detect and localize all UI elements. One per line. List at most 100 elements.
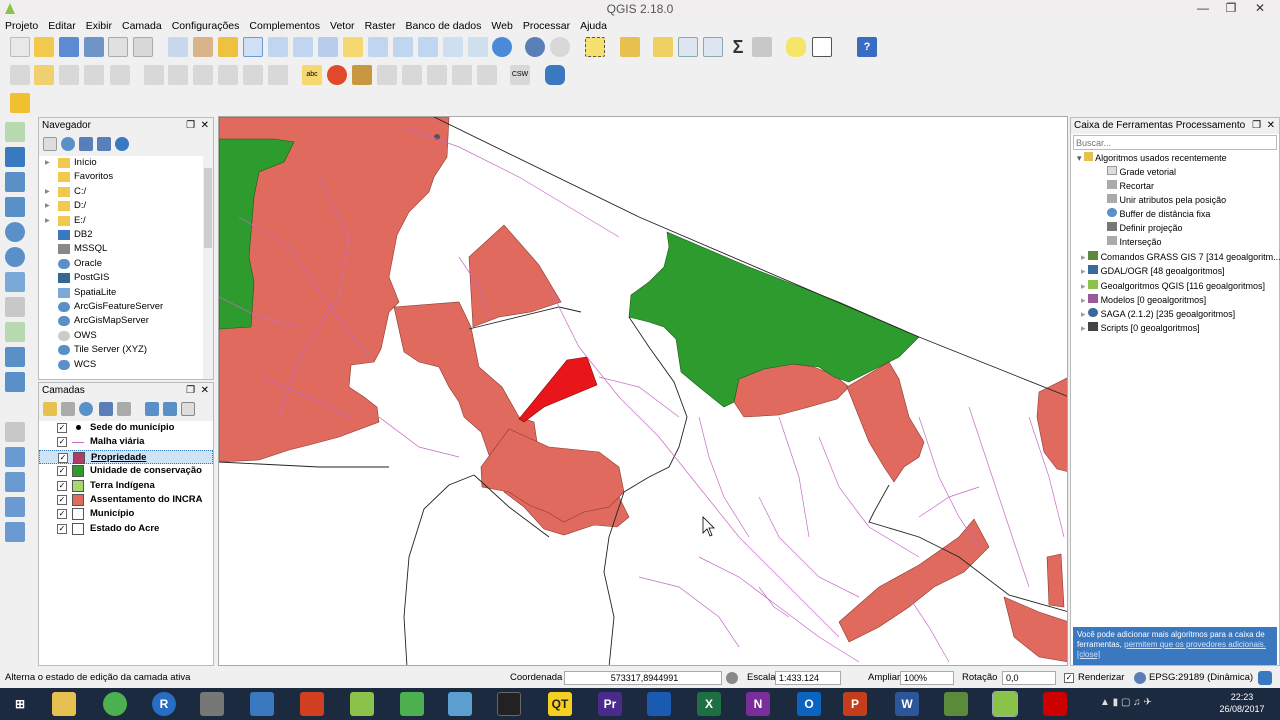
processing-search-input[interactable] [1073, 135, 1277, 150]
recent-algorithm-item[interactable]: Grade vetorial [1107, 165, 1176, 179]
add-feature-icon[interactable] [84, 65, 104, 85]
layer-row-estado-acre[interactable]: ✓ Estado do Acre [39, 522, 213, 536]
qgis-active-icon[interactable] [992, 691, 1018, 717]
cut-features-icon[interactable] [218, 65, 238, 85]
plugin-icon[interactable] [10, 93, 30, 113]
float-panel-icon[interactable]: ❐ [186, 120, 195, 131]
zoom-layer-icon[interactable] [368, 37, 388, 57]
add-raster-layer-icon[interactable] [5, 147, 25, 167]
messages-icon[interactable] [1258, 671, 1272, 685]
zoom-full-icon[interactable] [318, 37, 338, 57]
recent-algorithm-item[interactable]: Definir projeção [1107, 221, 1183, 235]
bookmark-icon[interactable] [468, 37, 488, 57]
render-checkbox[interactable]: ✓ [1064, 673, 1074, 683]
add-virtual-layer-icon[interactable] [5, 372, 25, 392]
zoom-field[interactable]: 100% [900, 671, 954, 685]
menu-projeto[interactable]: Projeto [0, 18, 43, 34]
label-toolbar-icon[interactable]: abc [302, 65, 322, 85]
zoom-last-icon[interactable] [393, 37, 413, 57]
menu-exibir[interactable]: Exibir [81, 18, 117, 34]
menu-complementos[interactable]: Complementos [244, 18, 325, 34]
minimize-button[interactable]: — [1189, 0, 1217, 18]
move-feature-icon[interactable] [144, 65, 164, 85]
layer-checkbox[interactable]: ✓ [57, 523, 67, 534]
layer-row-terra-indigena[interactable]: ✓ Terra Indígena [39, 479, 213, 493]
identify-icon[interactable] [525, 37, 545, 57]
select-by-value-icon[interactable] [620, 37, 640, 57]
save-edits-icon[interactable] [59, 65, 79, 85]
refresh-browser-icon[interactable] [61, 137, 75, 151]
zoom-native-icon[interactable] [293, 37, 313, 57]
provider-group[interactable]: ▸ GDAL/OGR [48 geoalgoritmos] [1081, 264, 1225, 278]
clock[interactable]: 22:23 26/08/2017 [1212, 691, 1272, 715]
touch-zoom-icon[interactable] [168, 37, 188, 57]
r-app-icon[interactable]: R [152, 692, 176, 716]
diagram-icon[interactable] [352, 65, 372, 85]
action-icon[interactable] [550, 37, 570, 57]
menu-web[interactable]: Web [486, 18, 517, 34]
visibility-icon[interactable] [79, 402, 93, 416]
acrobat-icon[interactable] [1043, 692, 1067, 716]
menu-ajuda[interactable]: Ajuda [575, 18, 612, 34]
restore-button[interactable]: ❐ [1217, 0, 1245, 18]
app-icon[interactable] [400, 692, 424, 716]
excel-icon[interactable]: X [697, 692, 721, 716]
layer-row-sede[interactable]: ✓ Sede do município [39, 421, 213, 435]
circular-string-icon[interactable] [110, 65, 130, 85]
deselect-icon[interactable] [653, 37, 673, 57]
scale-field[interactable]: 1:433.124 [775, 671, 841, 685]
layer-row-assentamento[interactable]: ✓ Assentamento do INCRA [39, 493, 213, 507]
refresh-icon[interactable] [492, 37, 512, 57]
add-postgis-icon[interactable] [5, 172, 25, 192]
menu-configuracoes[interactable]: Configurações [167, 18, 245, 34]
collapse-all-icon[interactable] [97, 137, 111, 151]
menu-raster[interactable]: Raster [360, 18, 401, 34]
close-panel-icon[interactable]: ✕ [1267, 120, 1275, 131]
powerpoint-icon[interactable]: P [843, 692, 867, 716]
menu-vetor[interactable]: Vetor [325, 18, 360, 34]
composer-manager-icon[interactable] [133, 37, 153, 57]
save-as-icon[interactable] [84, 37, 104, 57]
app-icon[interactable] [944, 692, 968, 716]
zoom-out-icon[interactable] [268, 37, 288, 57]
layer-checkbox[interactable]: ✓ [57, 509, 67, 520]
recent-algorithm-item[interactable]: Interseção [1107, 235, 1162, 249]
measure-icon[interactable] [752, 37, 772, 57]
outlook-icon[interactable]: O [797, 692, 821, 716]
label-move-icon[interactable] [402, 65, 422, 85]
csw-icon[interactable]: CSW [510, 65, 530, 85]
zoom-next-icon[interactable] [418, 37, 438, 57]
raster-tools-icon[interactable] [5, 522, 25, 542]
onenote-icon[interactable]: N [746, 692, 770, 716]
system-tray-icons[interactable]: ▲ ▮ ▢ ♫ ✈ [1100, 697, 1210, 711]
field-calculator-icon[interactable] [703, 37, 723, 57]
layer-row-malha-viaria[interactable]: ✓ Malha viária [39, 435, 213, 449]
current-edits-icon[interactable] [10, 65, 30, 85]
help-icon[interactable]: ? [857, 37, 877, 57]
delete-selected-icon[interactable] [193, 65, 213, 85]
recent-algorithm-item[interactable]: Recortar [1107, 179, 1154, 193]
map-tips-icon[interactable] [786, 37, 806, 57]
provider-group[interactable]: ▸ SAGA (2.1.2) [235 geoalgoritmos] [1081, 307, 1235, 321]
label-show-hide-icon[interactable] [477, 65, 497, 85]
new-project-icon[interactable] [10, 37, 30, 57]
app-icon[interactable] [200, 692, 224, 716]
chrome-icon[interactable] [103, 692, 127, 716]
add-selected-icon[interactable] [43, 137, 57, 151]
provider-group[interactable]: ▸ Comandos GRASS GIS 7 [314 geoalgoritm.… [1081, 250, 1280, 264]
qt-icon[interactable]: QT [548, 692, 572, 716]
menu-processar[interactable]: Processar [518, 18, 575, 34]
menu-camada[interactable]: Camada [117, 18, 167, 34]
node-tool-icon[interactable] [168, 65, 188, 85]
expand-all-icon[interactable] [145, 402, 159, 416]
new-shapefile-icon[interactable] [5, 322, 25, 342]
float-panel-icon[interactable]: ❐ [186, 385, 195, 396]
remove-layer-icon[interactable] [181, 402, 195, 416]
add-wms-icon[interactable] [5, 222, 25, 242]
toggle-editing-icon[interactable] [34, 65, 54, 85]
label-pin-icon[interactable] [327, 65, 347, 85]
open-project-icon[interactable] [34, 37, 54, 57]
float-panel-icon[interactable]: ❐ [1252, 120, 1261, 131]
terminal-icon[interactable] [497, 692, 521, 716]
label-highlight-icon[interactable] [377, 65, 397, 85]
